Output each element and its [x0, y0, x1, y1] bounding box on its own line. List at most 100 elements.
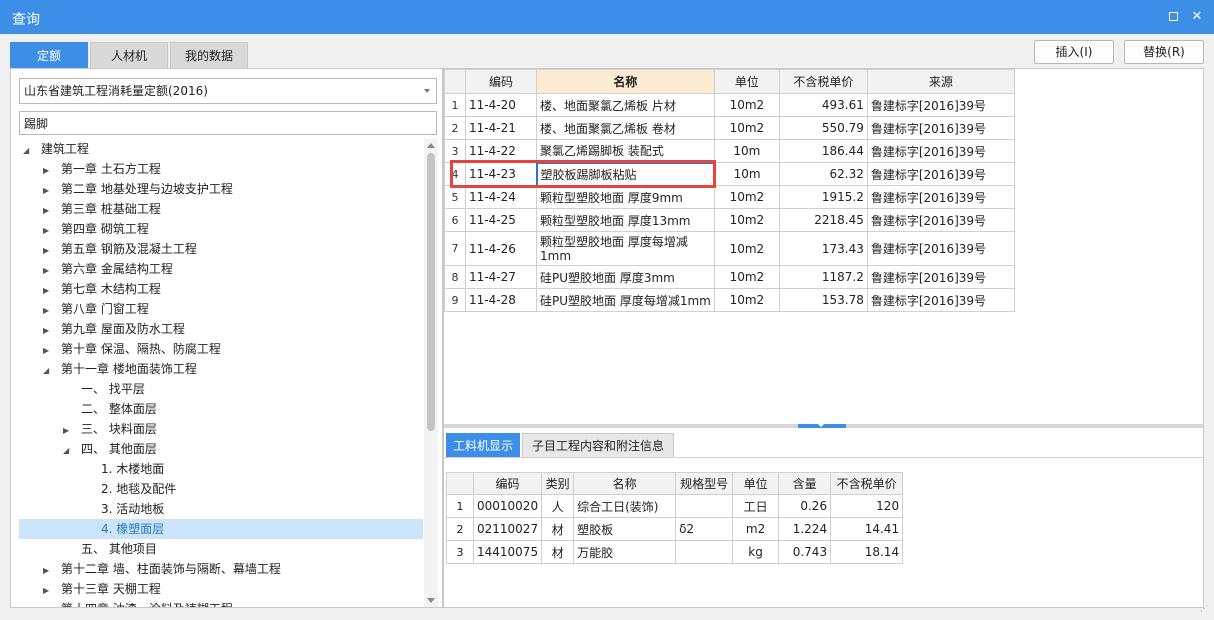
- close-icon[interactable]: ✕: [1188, 8, 1206, 26]
- tree-item[interactable]: 2. 地毯及配件: [19, 479, 423, 499]
- quota-code[interactable]: 11-4-25: [465, 208, 537, 232]
- col-header-name[interactable]: 名称: [536, 69, 715, 94]
- sub-col-header-unit[interactable]: 单位: [732, 472, 780, 495]
- collapsed-arrow-icon[interactable]: ▶: [43, 161, 51, 181]
- tree-item[interactable]: ▶ 第十二章 墙、柱面装饰与隔断、幕墙工程: [19, 559, 423, 579]
- tree-item[interactable]: ▶ 第十章 保温、隔热、防腐工程: [19, 339, 423, 359]
- material-type[interactable]: 材: [541, 517, 575, 541]
- sub-col-header-price[interactable]: 不含税单价: [830, 472, 904, 495]
- material-code[interactable]: 00010020: [472, 494, 543, 518]
- tree-item[interactable]: ▶ 第十三章 天棚工程: [19, 579, 423, 599]
- row-index[interactable]: 6: [444, 208, 466, 232]
- material-unit[interactable]: kg: [732, 540, 780, 564]
- quota-name[interactable]: 颗粒型塑胶地面 厚度9mm: [536, 185, 715, 209]
- tab-quota[interactable]: 定额: [10, 42, 88, 68]
- material-unit[interactable]: m2: [732, 517, 780, 541]
- material-type[interactable]: 材: [541, 540, 575, 564]
- quota-unit[interactable]: 10m2: [713, 208, 780, 232]
- material-name[interactable]: 万能胶: [573, 540, 677, 564]
- collapsed-arrow-icon[interactable]: ▶: [43, 261, 51, 281]
- collapsed-arrow-icon[interactable]: ▶: [63, 421, 71, 441]
- sub-col-header-spec[interactable]: 规格型号: [675, 472, 734, 495]
- quota-code[interactable]: 11-4-27: [465, 265, 537, 289]
- tree-scrollbar[interactable]: [424, 139, 438, 607]
- tree-item[interactable]: ▶ 第四章 砌筑工程: [19, 219, 423, 239]
- collapsed-arrow-icon[interactable]: ▶: [43, 201, 51, 221]
- quota-unit[interactable]: 10m2: [713, 185, 780, 209]
- collapsed-arrow-icon[interactable]: ▶: [43, 341, 51, 361]
- tree-item[interactable]: ▶ 第十四章 油漆、涂料及裱糊工程: [19, 599, 423, 607]
- tab-materials[interactable]: 人材机: [90, 42, 168, 68]
- quota-source[interactable]: 鲁建标字[2016]39号: [866, 116, 1015, 140]
- tree-item[interactable]: ▶ 第七章 木结构工程: [19, 279, 423, 299]
- tree-item[interactable]: ▶ 第二章 地基处理与边坡支护工程: [19, 179, 423, 199]
- tree-item[interactable]: ▶ 第八章 门窗工程: [19, 299, 423, 319]
- quota-name[interactable]: 硅PU塑胶地面 厚度3mm: [536, 265, 715, 289]
- table-row[interactable]: 2 02110027 材塑胶板 δ2 m2 1.224 14.41: [446, 517, 904, 541]
- sub-col-header-type[interactable]: 类别: [541, 472, 575, 495]
- material-unit[interactable]: 工日: [732, 494, 780, 518]
- quota-code[interactable]: 11-4-24: [465, 185, 537, 209]
- tree-item[interactable]: 3. 活动地板: [19, 499, 423, 519]
- expanded-arrow-icon[interactable]: ◢: [23, 141, 31, 161]
- row-index[interactable]: 2: [444, 116, 466, 140]
- row-index[interactable]: 3: [446, 540, 474, 564]
- quota-code[interactable]: 11-4-28: [465, 288, 537, 312]
- table-row[interactable]: 6 11-4-25 颗粒型塑胶地面 厚度13mm 10m2 2218.45 鲁建标字[20…: [444, 208, 1015, 232]
- quota-unit[interactable]: 10m2: [713, 231, 780, 266]
- col-header-code[interactable]: 编码: [465, 69, 537, 94]
- quota-source[interactable]: 鲁建标字[2016]39号: [866, 93, 1015, 117]
- row-index[interactable]: 9: [444, 288, 466, 312]
- table-row[interactable]: 9 11-4-28 硅PU塑胶地面 厚度每增减1mm 10m2 153.78 鲁建标字[2…: [444, 288, 1015, 312]
- replace-button[interactable]: 替换(R): [1124, 40, 1204, 64]
- material-name[interactable]: 塑胶板: [573, 517, 677, 541]
- quota-price[interactable]: 1187.2: [778, 265, 868, 289]
- quota-name[interactable]: 颗粒型塑胶地面 厚度每增减1mm: [536, 231, 715, 266]
- tab-work-content-notes[interactable]: 子目工程内容和附注信息: [522, 433, 674, 457]
- quota-code[interactable]: 11-4-22: [465, 139, 537, 163]
- quota-price[interactable]: 550.79: [778, 116, 868, 140]
- quota-price[interactable]: 173.43: [778, 231, 868, 266]
- tree-item[interactable]: ▶ 第一章 土石方工程: [19, 159, 423, 179]
- tab-materials-display[interactable]: 工料机显示: [446, 433, 520, 457]
- material-type[interactable]: 人: [541, 494, 575, 518]
- table-row[interactable]: 4 11-4-23 塑胶板踢脚板粘贴 10m 62.32 鲁建标字[2016]39号: [444, 161, 1015, 187]
- tab-my-data[interactable]: 我的数据: [170, 42, 248, 68]
- row-index[interactable]: 4: [444, 162, 466, 186]
- row-index[interactable]: 1: [444, 93, 466, 117]
- quota-price[interactable]: 493.61: [778, 93, 868, 117]
- quota-price[interactable]: 1915.2: [778, 185, 868, 209]
- row-index[interactable]: 7: [444, 231, 466, 266]
- material-price[interactable]: 120: [830, 494, 904, 518]
- row-index[interactable]: 2: [446, 517, 474, 541]
- collapsed-arrow-icon[interactable]: ▶: [43, 281, 51, 301]
- quota-price[interactable]: 2218.45: [778, 208, 868, 232]
- table-row[interactable]: 5 11-4-24 颗粒型塑胶地面 厚度9mm 10m2 1915.2 鲁建标字[2016…: [444, 185, 1015, 209]
- quota-unit[interactable]: 10m2: [713, 116, 780, 140]
- quota-name[interactable]: 塑胶板踢脚板粘贴: [535, 161, 716, 187]
- material-code[interactable]: 02110027: [472, 517, 543, 541]
- material-price[interactable]: 14.41: [830, 517, 904, 541]
- table-row[interactable]: 1 11-4-20 楼、地面聚氯乙烯板 片材 10m2 493.61 鲁建标字[2016]…: [444, 93, 1015, 117]
- quota-name[interactable]: 聚氯乙烯踢脚板 装配式: [536, 139, 715, 163]
- material-spec[interactable]: δ2: [675, 517, 734, 541]
- tree-item[interactable]: ▶ 第三章 桩基础工程: [19, 199, 423, 219]
- material-qty[interactable]: 0.26: [778, 494, 832, 518]
- tree-item[interactable]: 1. 木楼地面: [19, 459, 423, 479]
- row-index[interactable]: 1: [446, 494, 474, 518]
- material-qty[interactable]: 0.743: [778, 540, 832, 564]
- scroll-thumb[interactable]: [427, 153, 435, 431]
- collapsed-arrow-icon[interactable]: ▶: [43, 221, 51, 241]
- quota-unit[interactable]: 10m2: [713, 93, 780, 117]
- collapsed-arrow-icon[interactable]: ▶: [43, 181, 51, 201]
- quota-source[interactable]: 鲁建标字[2016]39号: [866, 185, 1015, 209]
- quota-price[interactable]: 186.44: [778, 139, 868, 163]
- quota-unit[interactable]: 10m: [713, 139, 780, 163]
- quota-code[interactable]: 11-4-23: [465, 162, 537, 186]
- insert-button[interactable]: 插入(I): [1034, 40, 1114, 64]
- collapsed-arrow-icon[interactable]: ▶: [43, 241, 51, 261]
- expanded-arrow-icon[interactable]: ◢: [43, 361, 51, 381]
- tree-item[interactable]: 4. 橡塑面层: [19, 519, 423, 539]
- quota-price[interactable]: 62.32: [778, 162, 868, 186]
- splitter-handle[interactable]: [798, 424, 846, 428]
